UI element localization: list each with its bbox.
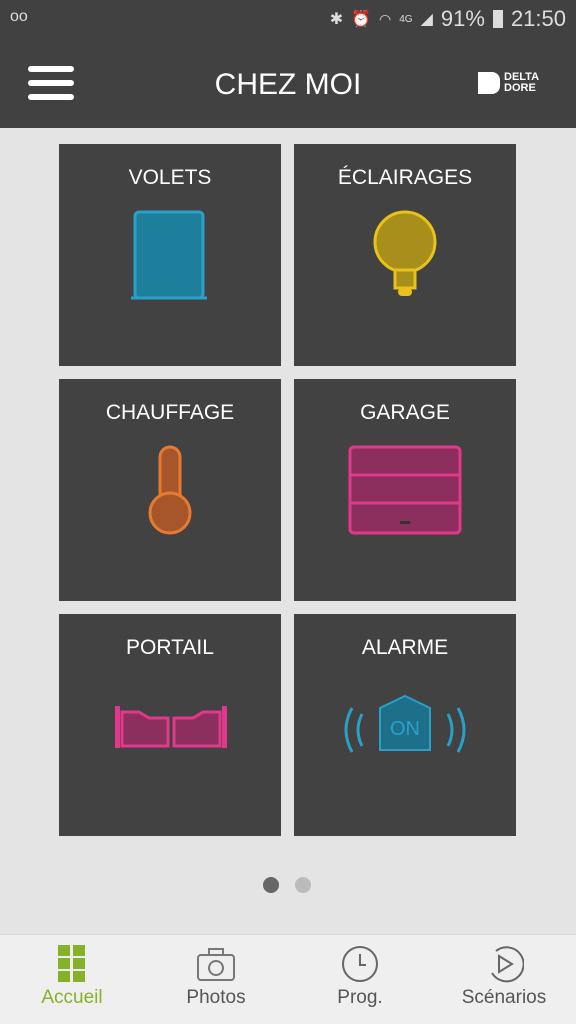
bluetooth-icon: ✱ — [329, 11, 344, 28]
home-grid-icon — [58, 945, 85, 982]
signal-icon: ◢ — [420, 11, 433, 28]
thermometer-icon — [148, 445, 192, 535]
bulb-icon — [373, 210, 437, 296]
nav-label: Accueil — [41, 987, 103, 1008]
camera-icon — [197, 948, 235, 981]
garage-door-icon — [348, 445, 462, 535]
tile-label: ALARME — [361, 636, 449, 659]
nav-photos[interactable]: Photos — [144, 935, 288, 1024]
nav-accueil[interactable]: Accueil — [0, 935, 144, 1024]
tile-label: VOLETS — [128, 166, 212, 189]
nav-label: Prog. — [337, 987, 383, 1008]
nav-label: Scénarios — [461, 987, 547, 1008]
play-circle-icon — [491, 946, 524, 983]
tile-label: ÉCLAIRAGES — [337, 166, 473, 189]
tile-volets[interactable]: VOLETS — [59, 144, 281, 366]
alarm-status: ON — [390, 718, 420, 740]
nav-scenarios[interactable]: Scénarios — [432, 935, 576, 1024]
tile-label: GARAGE — [360, 401, 450, 424]
page-indicator — [263, 877, 311, 893]
voicemail-icon: oo — [10, 8, 28, 25]
delta-dore-logo: DELTA DORE — [478, 72, 550, 94]
bottom-nav: Accueil Photos Prog. Scénarios — [0, 934, 576, 1024]
network-type: 4G — [399, 13, 413, 25]
tile-alarme[interactable]: ALARME ON — [294, 614, 516, 836]
tile-label: CHAUFFAGE — [105, 401, 235, 424]
page-dot-active[interactable] — [263, 877, 279, 893]
clock: 21:50 — [510, 6, 566, 31]
battery-icon — [492, 10, 503, 28]
clock-icon — [342, 946, 378, 982]
shutter-icon — [131, 210, 207, 300]
alarm-clock-icon: ⏰ — [351, 11, 372, 28]
gate-icon — [115, 706, 227, 748]
app-header: CHEZ MOI DELTA DORE — [0, 40, 576, 128]
nav-prog[interactable]: Prog. — [288, 935, 432, 1024]
tile-portail[interactable]: PORTAIL — [59, 614, 281, 836]
battery-percent: 91% — [440, 6, 485, 31]
tile-eclairages[interactable]: ÉCLAIRAGES — [294, 144, 516, 366]
tile-garage[interactable]: GARAGE — [294, 379, 516, 601]
tile-label: PORTAIL — [126, 636, 214, 659]
nav-label: Photos — [186, 987, 246, 1008]
wifi-icon: ◠ — [379, 10, 392, 27]
tile-chauffage[interactable]: CHAUFFAGE — [59, 379, 281, 601]
page-dot[interactable] — [295, 877, 311, 893]
status-bar: oo ✱ ⏰ ◠ 4G ◢ 91% 21:50 — [0, 0, 576, 40]
